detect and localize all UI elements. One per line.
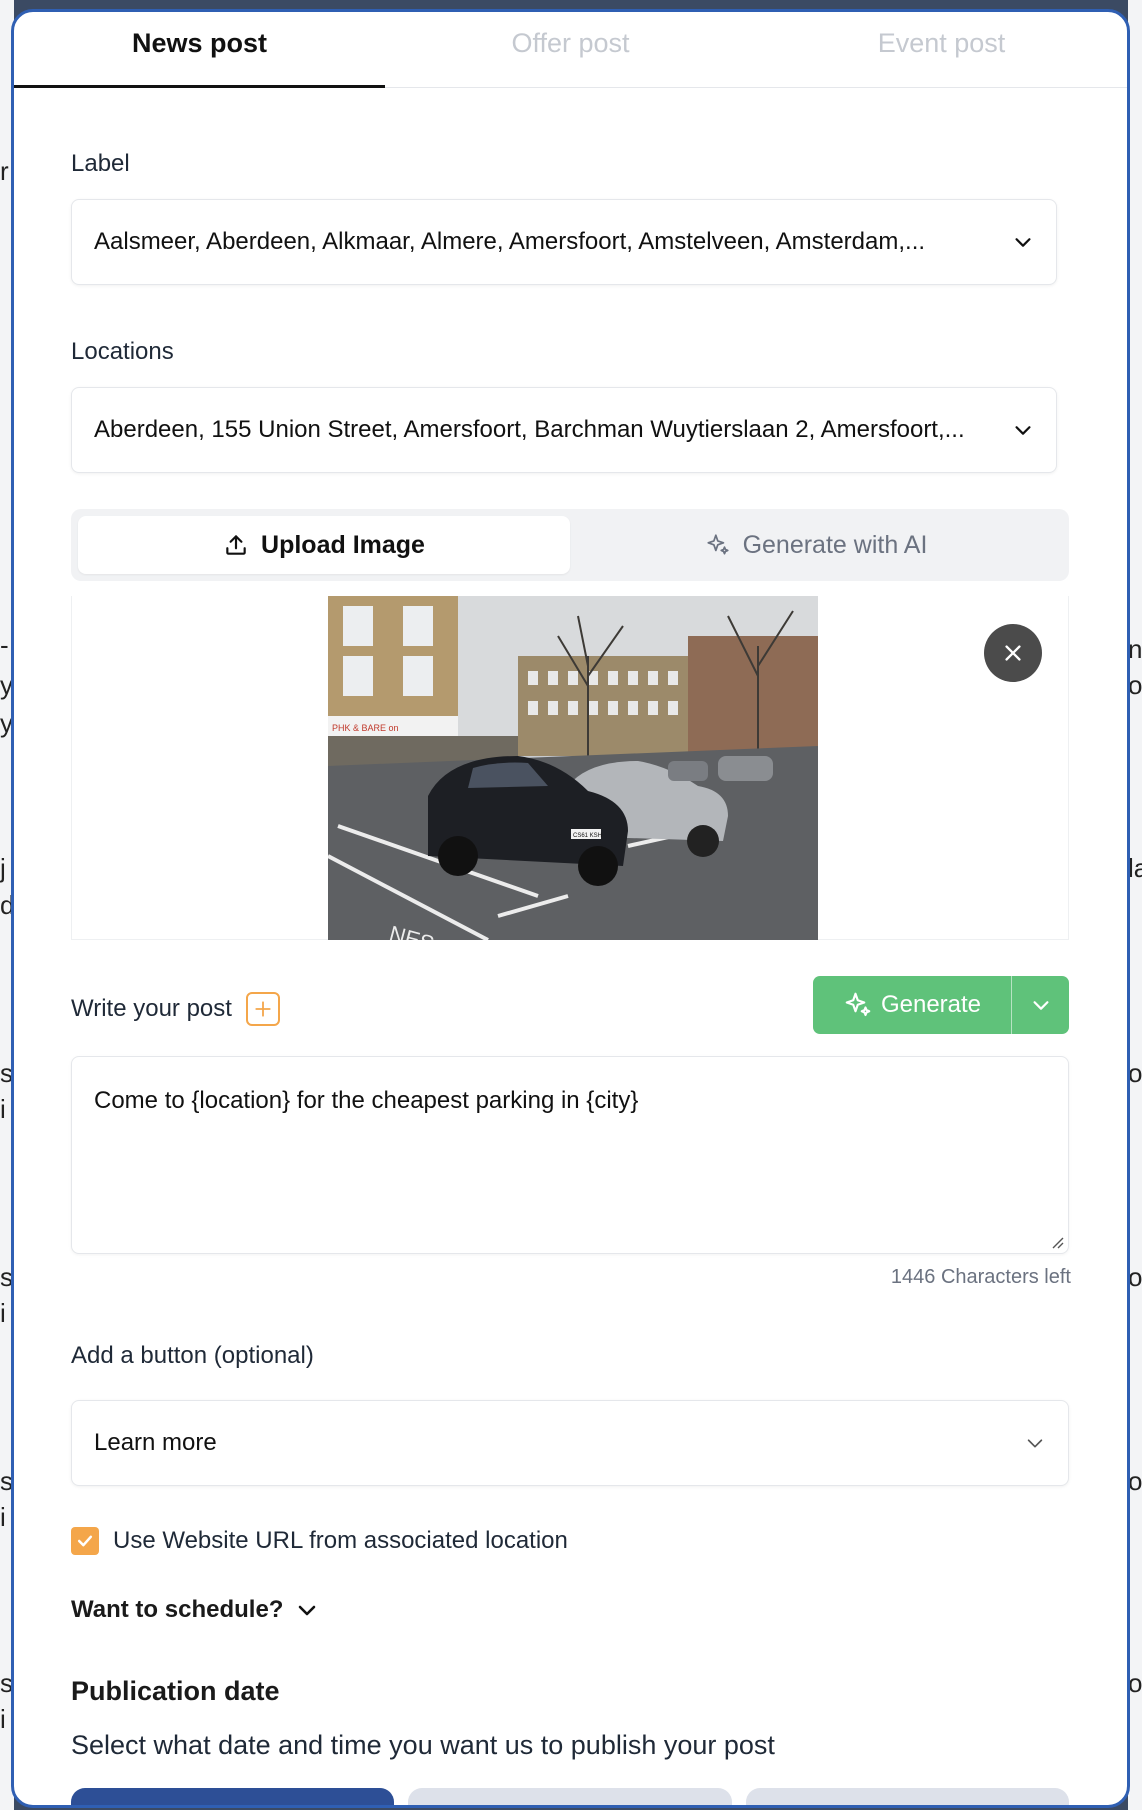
resize-handle-icon[interactable] xyxy=(1048,1233,1064,1249)
label-select[interactable]: Aalsmeer, Aberdeen, Alkmaar, Almere, Ame… xyxy=(71,199,1057,285)
post-text-area[interactable]: Come to {location} for the cheapest park… xyxy=(71,1056,1069,1254)
use-website-url-label: Use Website URL from associated location xyxy=(113,1527,568,1554)
image-source-toggle: Upload Image Generate with AI xyxy=(71,509,1069,581)
bg-text-fragment: i xyxy=(0,1094,6,1124)
publication-date-title: Publication date xyxy=(71,1676,280,1706)
bg-text-fragment: ou xyxy=(1128,1466,1142,1496)
tab-event-post[interactable]: Event post xyxy=(756,12,1127,87)
street-parking-photo: PHK & BARE on NES CS61 KSH xyxy=(328,596,818,940)
close-icon xyxy=(1005,645,1021,661)
date-option-2[interactable] xyxy=(408,1788,732,1805)
bg-text-fragment: i xyxy=(0,1704,6,1734)
publication-date-options xyxy=(71,1788,1069,1805)
bg-text-fragment: r xyxy=(0,156,9,186)
chevron-down-icon xyxy=(299,1605,316,1616)
generate-label: Generate xyxy=(880,991,982,1018)
generate-with-ai-label: Generate with AI xyxy=(742,530,928,559)
post-type-tabs: News post Offer post Event post xyxy=(14,12,1127,88)
upload-icon xyxy=(226,535,246,555)
bg-text-fragment: or xyxy=(1128,670,1142,700)
characters-left-counter: 1446 Characters left xyxy=(890,1266,1071,1288)
locations-select[interactable]: Aberdeen, 155 Union Street, Amersfoort, … xyxy=(71,387,1057,473)
bg-text-fragment: ou xyxy=(1128,1262,1142,1292)
shop-sign-text: PHK & BARE on xyxy=(332,723,399,733)
sparkle-icon xyxy=(845,992,871,1017)
bg-text-fragment: ou xyxy=(1128,1058,1142,1088)
use-website-url-option[interactable]: Use Website URL from associated location xyxy=(71,1527,568,1555)
bg-text-fragment: i xyxy=(0,1502,6,1532)
tab-offer-post[interactable]: Offer post xyxy=(385,12,756,87)
use-website-url-checkbox[interactable] xyxy=(71,1527,99,1555)
write-post-label: Write your post xyxy=(71,995,232,1022)
locations-field-label: Locations xyxy=(71,338,174,365)
background-app-right: ng or la ou ou ou ou xyxy=(1128,0,1142,1810)
check-icon xyxy=(77,1535,93,1547)
plus-icon xyxy=(255,1001,271,1017)
bg-text-fragment: i xyxy=(0,1298,6,1328)
date-option-3[interactable] xyxy=(745,1788,1069,1805)
bg-text-fragment: la xyxy=(1128,853,1142,883)
generate-button-group: Generate xyxy=(813,976,1069,1034)
schedule-label: Want to schedule? xyxy=(71,1596,284,1623)
create-post-modal: News post Offer post Event post Label Aa… xyxy=(11,9,1130,1808)
locations-select-value: Aberdeen, 155 Union Street, Amersfoort, … xyxy=(94,416,965,443)
remove-image-button[interactable] xyxy=(984,624,1042,682)
chevron-down-icon xyxy=(1015,426,1031,435)
upload-image-button[interactable]: Upload Image xyxy=(78,516,570,574)
license-plate-text: CS61 KSH xyxy=(573,833,602,839)
sparkle-icon xyxy=(706,534,729,555)
chevron-down-icon xyxy=(1032,1001,1049,1010)
tab-news-post[interactable]: News post xyxy=(14,12,385,88)
button-type-select[interactable]: Learn more xyxy=(71,1400,1069,1486)
write-post-header: Write your post xyxy=(71,992,280,1026)
uploaded-photo: PHK & BARE on NES CS61 KSH xyxy=(328,596,818,940)
chevron-down-icon xyxy=(1027,1439,1043,1448)
schedule-toggle[interactable]: Want to schedule? xyxy=(71,1596,319,1624)
bg-text-fragment: j xyxy=(0,853,6,883)
label-select-value: Aalsmeer, Aberdeen, Alkmaar, Almere, Ame… xyxy=(94,228,926,255)
bg-text-fragment: - xyxy=(0,630,9,660)
post-text: Come to {location} for the cheapest park… xyxy=(94,1087,639,1114)
generate-button[interactable]: Generate xyxy=(813,976,1012,1034)
button-field-label: Add a button (optional) xyxy=(71,1342,314,1369)
image-preview-area: PHK & BARE on NES CS61 KSH xyxy=(71,596,1069,940)
generate-options-dropdown[interactable] xyxy=(1012,976,1069,1034)
bg-text-fragment: ou xyxy=(1128,1668,1142,1698)
label-field-label: Label xyxy=(71,150,130,177)
insert-variable-button[interactable] xyxy=(245,992,280,1026)
upload-image-label: Upload Image xyxy=(261,530,425,559)
date-option-1[interactable] xyxy=(71,1788,395,1805)
publication-date-subtitle: Select what date and time you want us to… xyxy=(71,1730,775,1760)
bg-text-fragment: ng xyxy=(1128,634,1142,664)
chevron-down-icon xyxy=(1015,238,1031,247)
button-type-value: Learn more xyxy=(94,1429,217,1456)
generate-with-ai-button[interactable]: Generate with AI xyxy=(570,516,1062,574)
